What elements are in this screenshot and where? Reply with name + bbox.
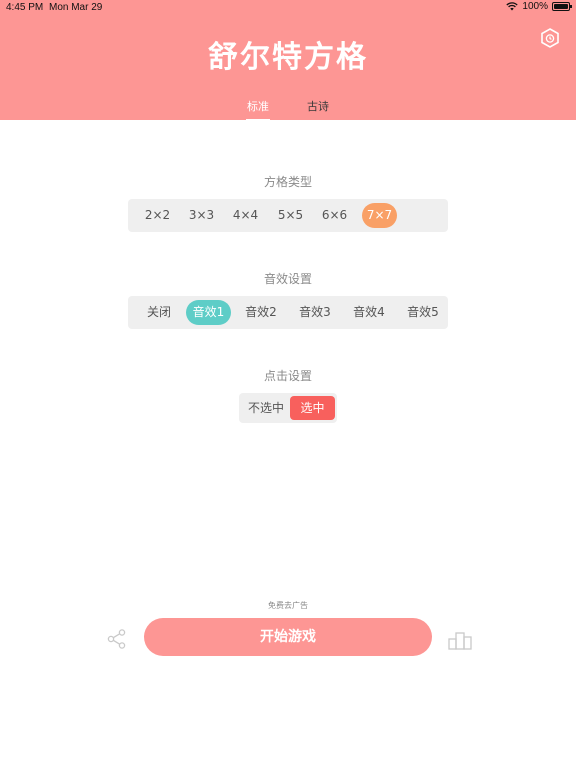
grid-type-selector: 2×2 3×3 4×4 5×5 6×6 7×7	[128, 199, 448, 232]
sound-selector: 关闭 音效1 音效2 音效3 音效4 音效5	[128, 296, 448, 329]
page-title: 舒尔特方格	[208, 40, 368, 75]
remove-ads-link[interactable]: 免费去广告	[0, 600, 576, 611]
status-right: 100%	[506, 1, 572, 12]
leaderboard-icon[interactable]	[448, 630, 472, 650]
battery-icon	[552, 2, 572, 11]
sound-label: 音效设置	[263, 272, 312, 286]
tab-poetry[interactable]: 古诗	[307, 98, 329, 114]
grid-option-7x7[interactable]: 7×7	[362, 203, 397, 228]
status-bar: 4:45 PM Mon Mar 29 100%	[0, 0, 576, 16]
battery-percent: 100%	[522, 1, 548, 12]
tab-standard[interactable]: 标准	[246, 98, 270, 122]
mode-tabs: 标准 古诗	[0, 98, 576, 122]
grid-option-5x5[interactable]: 5×5	[273, 203, 308, 228]
sound-option-5[interactable]: 音效5	[400, 300, 446, 325]
grid-option-4x4[interactable]: 4×4	[228, 203, 263, 228]
click-option-unselected[interactable]: 不选中	[243, 396, 289, 420]
share-icon[interactable]	[106, 628, 128, 650]
grid-option-6x6[interactable]: 6×6	[317, 203, 352, 228]
click-option-selected[interactable]: 选中	[290, 396, 335, 420]
status-time: 4:45 PM	[6, 2, 44, 13]
header: 4:45 PM Mon Mar 29 100% 舒尔特方格 标准 古诗	[0, 0, 576, 122]
click-selector: 不选中 选中	[239, 393, 337, 423]
click-label: 点击设置	[263, 369, 312, 383]
sound-option-1[interactable]: 音效1	[186, 300, 231, 325]
grid-option-3x3[interactable]: 3×3	[184, 203, 219, 228]
start-game-button[interactable]: 开始游戏	[144, 618, 432, 656]
sound-option-2[interactable]: 音效2	[238, 300, 284, 325]
status-date: Mon Mar 29	[49, 2, 103, 13]
sound-option-4[interactable]: 音效4	[346, 300, 392, 325]
sound-option-off[interactable]: 关闭	[138, 300, 180, 325]
timer-icon[interactable]	[539, 27, 561, 49]
grid-type-label: 方格类型	[263, 175, 312, 189]
grid-option-2x2[interactable]: 2×2	[140, 203, 175, 228]
sound-option-3[interactable]: 音效3	[292, 300, 338, 325]
wifi-icon	[506, 2, 519, 11]
